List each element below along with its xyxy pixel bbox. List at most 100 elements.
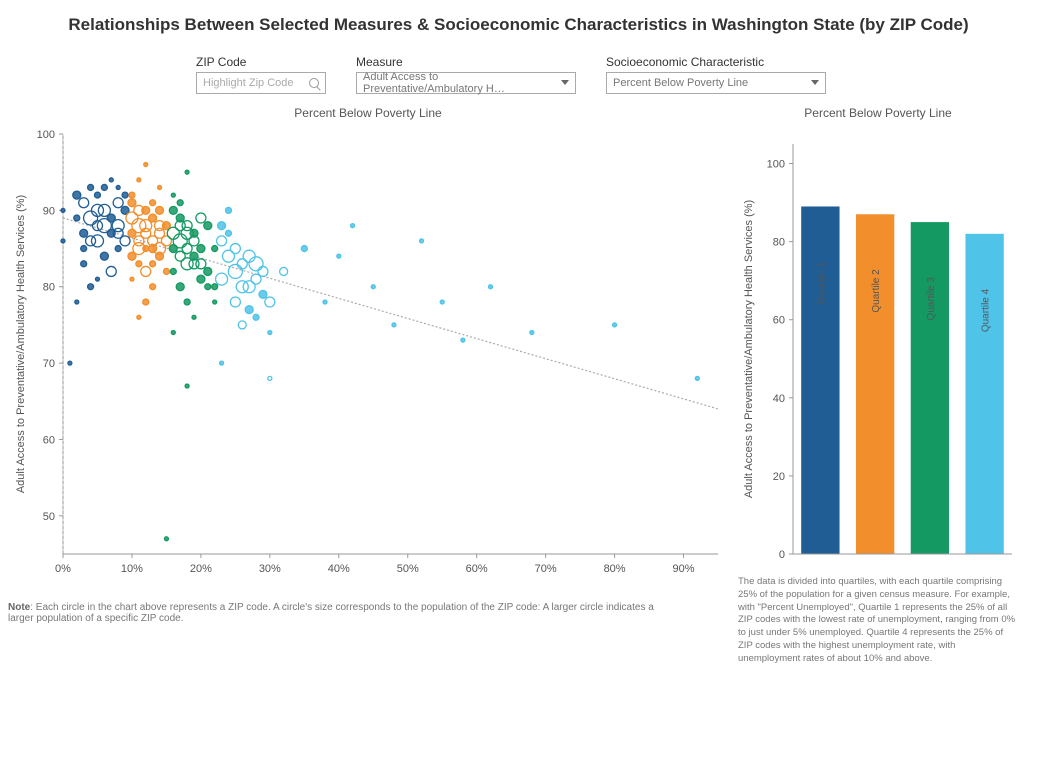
- scatter-point[interactable]: [142, 206, 150, 214]
- scatter-point[interactable]: [205, 284, 211, 290]
- scatter-point[interactable]: [81, 261, 87, 267]
- scatter-point[interactable]: [106, 266, 116, 276]
- scatter-point[interactable]: [301, 245, 307, 251]
- scatter-point[interactable]: [190, 252, 198, 260]
- scatter-point[interactable]: [81, 245, 87, 251]
- scatter-point[interactable]: [80, 229, 88, 237]
- scatter-point[interactable]: [167, 227, 179, 239]
- scatter-point[interactable]: [212, 284, 218, 290]
- scatter-point[interactable]: [149, 244, 157, 252]
- scatter-point[interactable]: [420, 239, 424, 243]
- scatter-point[interactable]: [230, 297, 240, 307]
- scatter-point[interactable]: [61, 208, 65, 212]
- scatter-point[interactable]: [95, 277, 99, 281]
- scatter-point[interactable]: [197, 244, 205, 252]
- scatter-point[interactable]: [280, 267, 288, 275]
- scatter-point[interactable]: [158, 185, 162, 189]
- bar-2[interactable]: [856, 214, 894, 554]
- scatter-point[interactable]: [101, 184, 107, 190]
- scatter-point[interactable]: [132, 219, 146, 233]
- scatter-point[interactable]: [392, 323, 396, 327]
- scatter-point[interactable]: [163, 268, 169, 274]
- socio-dropdown[interactable]: Percent Below Poverty Line: [606, 72, 826, 94]
- scatter-point[interactable]: [122, 192, 128, 198]
- scatter-point[interactable]: [150, 261, 156, 267]
- scatter-point[interactable]: [126, 212, 138, 224]
- scatter-point[interactable]: [488, 285, 492, 289]
- scatter-point[interactable]: [115, 245, 121, 251]
- scatter-point[interactable]: [190, 229, 198, 237]
- scatter-point[interactable]: [170, 268, 176, 274]
- scatter-point[interactable]: [86, 236, 96, 246]
- scatter-point[interactable]: [143, 299, 149, 305]
- scatter-point[interactable]: [116, 185, 120, 189]
- scatter-point[interactable]: [440, 300, 444, 304]
- bar-1[interactable]: [801, 206, 839, 554]
- scatter-point[interactable]: [230, 243, 240, 253]
- scatter-point[interactable]: [184, 299, 190, 305]
- scatter-point[interactable]: [185, 384, 189, 388]
- scatter-point[interactable]: [176, 214, 184, 222]
- bar-4[interactable]: [965, 234, 1003, 554]
- scatter-point[interactable]: [150, 284, 156, 290]
- scatter-point[interactable]: [171, 330, 175, 334]
- scatter-point[interactable]: [150, 200, 156, 206]
- scatter-point[interactable]: [204, 222, 212, 230]
- scatter-point[interactable]: [238, 321, 246, 329]
- scatter-point[interactable]: [371, 285, 375, 289]
- scatter-point[interactable]: [88, 184, 94, 190]
- scatter-point[interactable]: [323, 300, 327, 304]
- scatter-point[interactable]: [185, 170, 189, 174]
- scatter-point[interactable]: [213, 300, 217, 304]
- scatter-point[interactable]: [88, 284, 94, 290]
- scatter-point[interactable]: [74, 215, 80, 221]
- scatter-point[interactable]: [258, 266, 268, 276]
- scatter-point[interactable]: [259, 290, 267, 298]
- scatter-point[interactable]: [253, 314, 259, 320]
- scatter-point[interactable]: [176, 283, 184, 291]
- scatter-point[interactable]: [695, 376, 699, 380]
- scatter-point[interactable]: [169, 244, 177, 252]
- zip-search-input[interactable]: Highlight Zip Code: [196, 72, 326, 94]
- scatter-point[interactable]: [265, 297, 275, 307]
- scatter-point[interactable]: [73, 191, 81, 199]
- scatter-point[interactable]: [84, 211, 98, 225]
- scatter-point[interactable]: [79, 198, 89, 208]
- scatter-point[interactable]: [120, 236, 130, 246]
- scatter-point[interactable]: [109, 178, 113, 182]
- scatter-plot[interactable]: 0%10%20%30%40%50%60%70%80%90%50607080901…: [8, 124, 728, 584]
- scatter-point[interactable]: [169, 206, 177, 214]
- scatter-point[interactable]: [461, 338, 465, 342]
- scatter-point[interactable]: [75, 300, 79, 304]
- scatter-point[interactable]: [113, 198, 123, 208]
- scatter-point[interactable]: [143, 245, 149, 251]
- scatter-point[interactable]: [61, 239, 65, 243]
- scatter-point[interactable]: [156, 252, 164, 260]
- scatter-point[interactable]: [130, 277, 134, 281]
- scatter-point[interactable]: [141, 228, 151, 238]
- scatter-point[interactable]: [351, 224, 355, 228]
- scatter-point[interactable]: [136, 261, 142, 267]
- scatter-point[interactable]: [268, 376, 272, 380]
- scatter-point[interactable]: [220, 361, 224, 365]
- scatter-point[interactable]: [100, 252, 108, 260]
- scatter-point[interactable]: [236, 281, 248, 293]
- scatter-point[interactable]: [137, 178, 141, 182]
- measure-dropdown[interactable]: Adult Access to Preventative/Ambulatory …: [356, 72, 576, 94]
- scatter-point[interactable]: [94, 192, 100, 198]
- scatter-point[interactable]: [218, 222, 226, 230]
- scatter-point[interactable]: [156, 206, 164, 214]
- scatter-point[interactable]: [192, 315, 196, 319]
- scatter-point[interactable]: [197, 275, 205, 283]
- scatter-point[interactable]: [128, 229, 136, 237]
- scatter-point[interactable]: [141, 266, 151, 276]
- scatter-point[interactable]: [228, 264, 242, 278]
- scatter-point[interactable]: [182, 243, 192, 253]
- scatter-point[interactable]: [530, 330, 534, 334]
- scatter-point[interactable]: [225, 207, 231, 213]
- scatter-point[interactable]: [137, 315, 141, 319]
- scatter-point[interactable]: [268, 330, 272, 334]
- scatter-point[interactable]: [177, 200, 183, 206]
- scatter-point[interactable]: [173, 234, 187, 248]
- scatter-point[interactable]: [204, 267, 212, 275]
